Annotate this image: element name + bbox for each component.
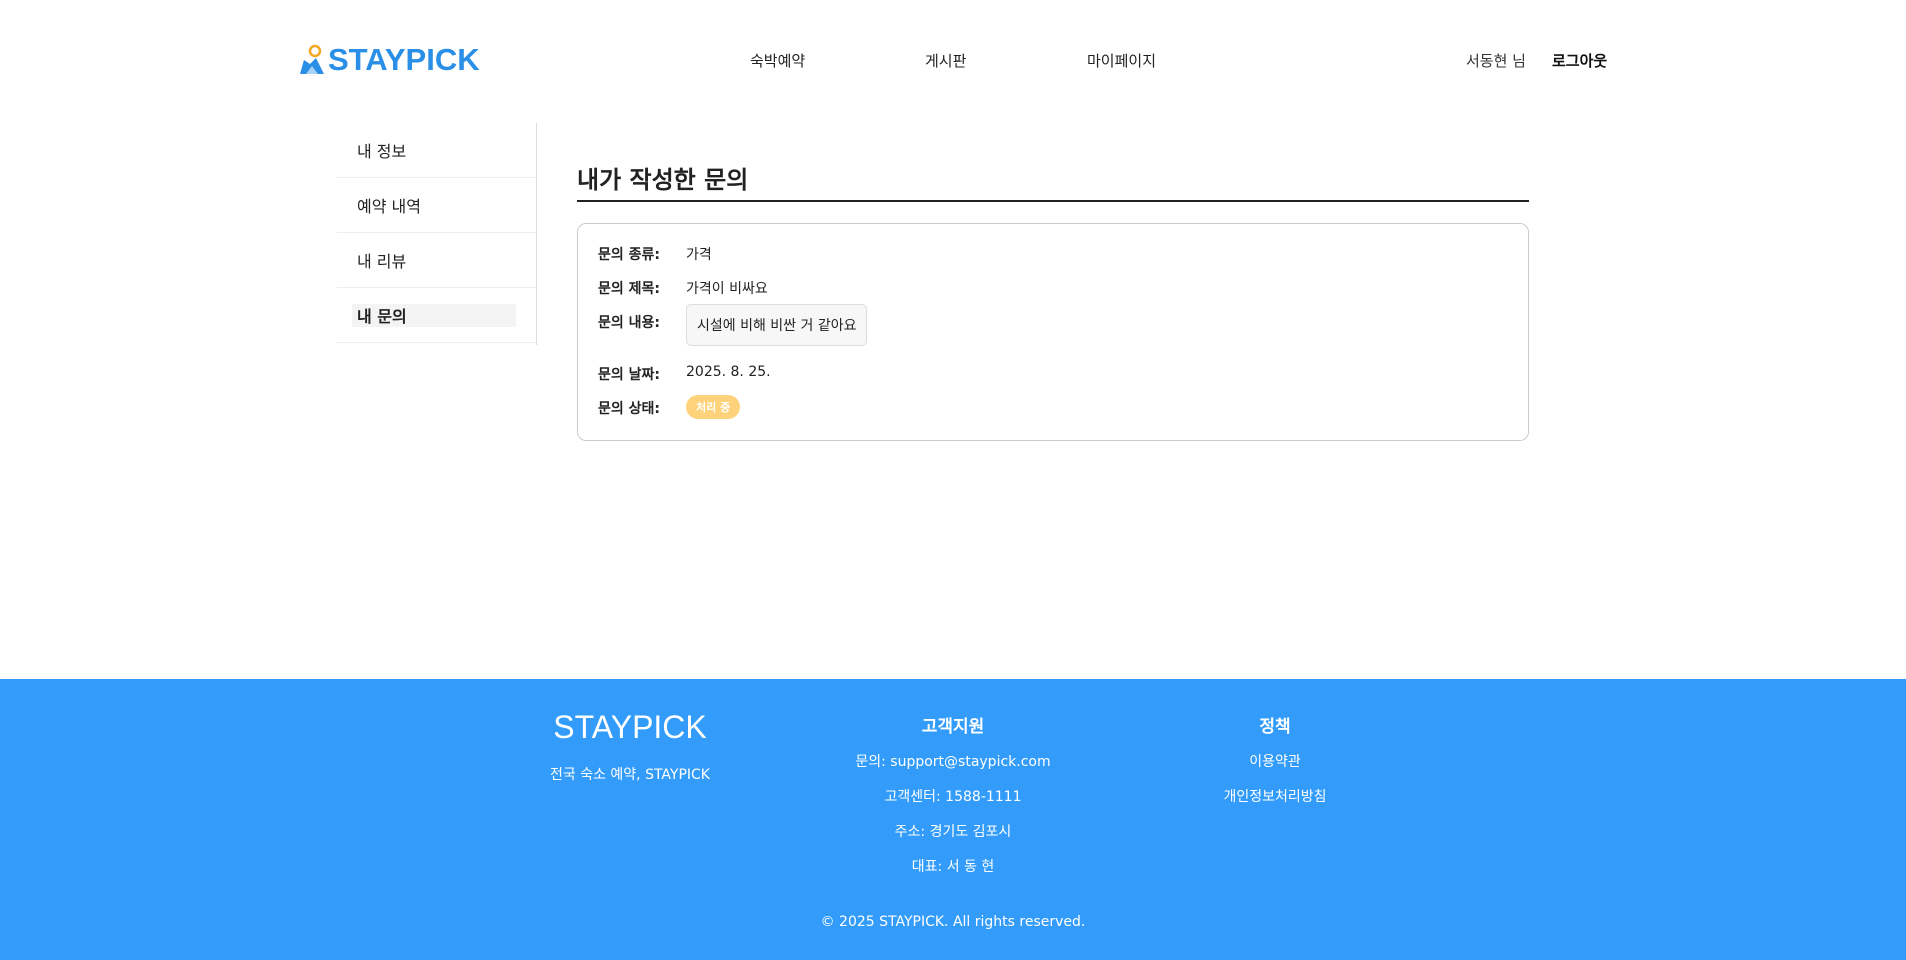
footer-copyright: © 2025 STAYPICK. All rights reserved.	[820, 914, 1086, 930]
inquiry-subject-value: 가격이 비싸요	[686, 281, 768, 297]
inquiry-date-label: 문의 날짜:	[598, 367, 660, 383]
footer: STAYPICK 전국 숙소 예약, STAYPICK 고객지원 문의: sup…	[0, 679, 1906, 960]
nav-booking[interactable]: 숙박예약	[750, 50, 805, 71]
footer-support-address: 주소: 경기도 김포시	[894, 824, 1012, 840]
footer-tagline: 전국 숙소 예약, STAYPICK	[549, 767, 710, 783]
footer-terms-link[interactable]: 이용약관	[1175, 752, 1375, 787]
footer-support-email: 문의: support@staypick.com	[855, 754, 1051, 770]
sidebar-item-label: 예약 내역	[357, 197, 421, 216]
footer-brand: STAYPICK 전국 숙소 예약, STAYPICK	[530, 709, 730, 784]
sidebar-item-my-info[interactable]: 내 정보	[337, 123, 536, 178]
user-name: 서동현 님	[1466, 52, 1526, 70]
inquiry-date-value: 2025. 8. 25.	[686, 364, 771, 380]
inquiry-subject-row: 문의 제목: 가격이 비싸요	[598, 278, 1508, 298]
sidebar-item-reservations[interactable]: 예약 내역	[337, 178, 536, 233]
sidebar-item-label: 내 리뷰	[357, 252, 407, 271]
footer-support-phone: 고객센터: 1588-1111	[884, 789, 1022, 805]
sidebar-item-label: 내 문의	[357, 307, 407, 326]
footer-policy-heading: 정책	[1259, 717, 1291, 737]
sidebar-item-label: 내 정보	[357, 142, 407, 161]
logo[interactable]: STAYPICK	[298, 42, 480, 78]
footer-privacy-link[interactable]: 개인정보처리방침	[1175, 787, 1375, 822]
sidebar-item-my-inquiries[interactable]: 내 문의	[337, 288, 536, 343]
inquiry-content-row: 문의 내용: 시설에 비해 비싼 거 같아요	[598, 304, 1508, 346]
inquiry-content-value: 시설에 비해 비싼 거 같아요	[686, 304, 868, 346]
footer-support-ceo: 대표: 서 동 현	[911, 859, 995, 875]
footer-brand-title: STAYPICK	[553, 709, 707, 745]
nav-mypage[interactable]: 마이페이지	[1087, 50, 1156, 71]
page-title: 내가 작성한 문의	[577, 160, 1529, 202]
logo-text: STAYPICK	[328, 42, 480, 77]
logout-button[interactable]: 로그아웃	[1552, 50, 1607, 71]
inquiry-type-value: 가격	[686, 247, 712, 263]
map-pin-icon	[298, 44, 326, 76]
inquiry-subject-label: 문의 제목:	[598, 281, 660, 297]
status-badge: 처리 중	[686, 395, 741, 419]
user-area: 서동현 님 로그아웃	[1466, 50, 1607, 71]
inquiry-status-label: 문의 상태:	[598, 401, 660, 417]
header: STAYPICK 숙박예약 게시판 마이페이지 서동현 님 로그아웃	[0, 0, 1906, 120]
sidebar: 내 정보 예약 내역 내 리뷰 내 문의	[337, 123, 537, 345]
main-content: 내가 작성한 문의 문의 종류: 가격 문의 제목: 가격이 비싸요 문의 내용…	[577, 160, 1529, 441]
nav-board[interactable]: 게시판	[925, 50, 966, 71]
sidebar-item-my-reviews[interactable]: 내 리뷰	[337, 233, 536, 288]
footer-support: 고객지원 문의: support@staypick.com 고객센터: 1588…	[803, 712, 1103, 892]
inquiry-date-row: 문의 날짜: 2025. 8. 25.	[598, 364, 1508, 384]
inquiry-card: 문의 종류: 가격 문의 제목: 가격이 비싸요 문의 내용: 시설에 비해 비…	[577, 223, 1529, 441]
inquiry-status-row: 문의 상태: 처리 중	[598, 395, 1508, 419]
inquiry-content-label: 문의 내용:	[598, 315, 660, 331]
inquiry-type-label: 문의 종류:	[598, 247, 660, 263]
footer-support-heading: 고객지원	[921, 717, 985, 737]
footer-policy: 정책 이용약관 개인정보처리방침	[1175, 712, 1375, 822]
inquiry-type-row: 문의 종류: 가격	[598, 244, 1508, 264]
